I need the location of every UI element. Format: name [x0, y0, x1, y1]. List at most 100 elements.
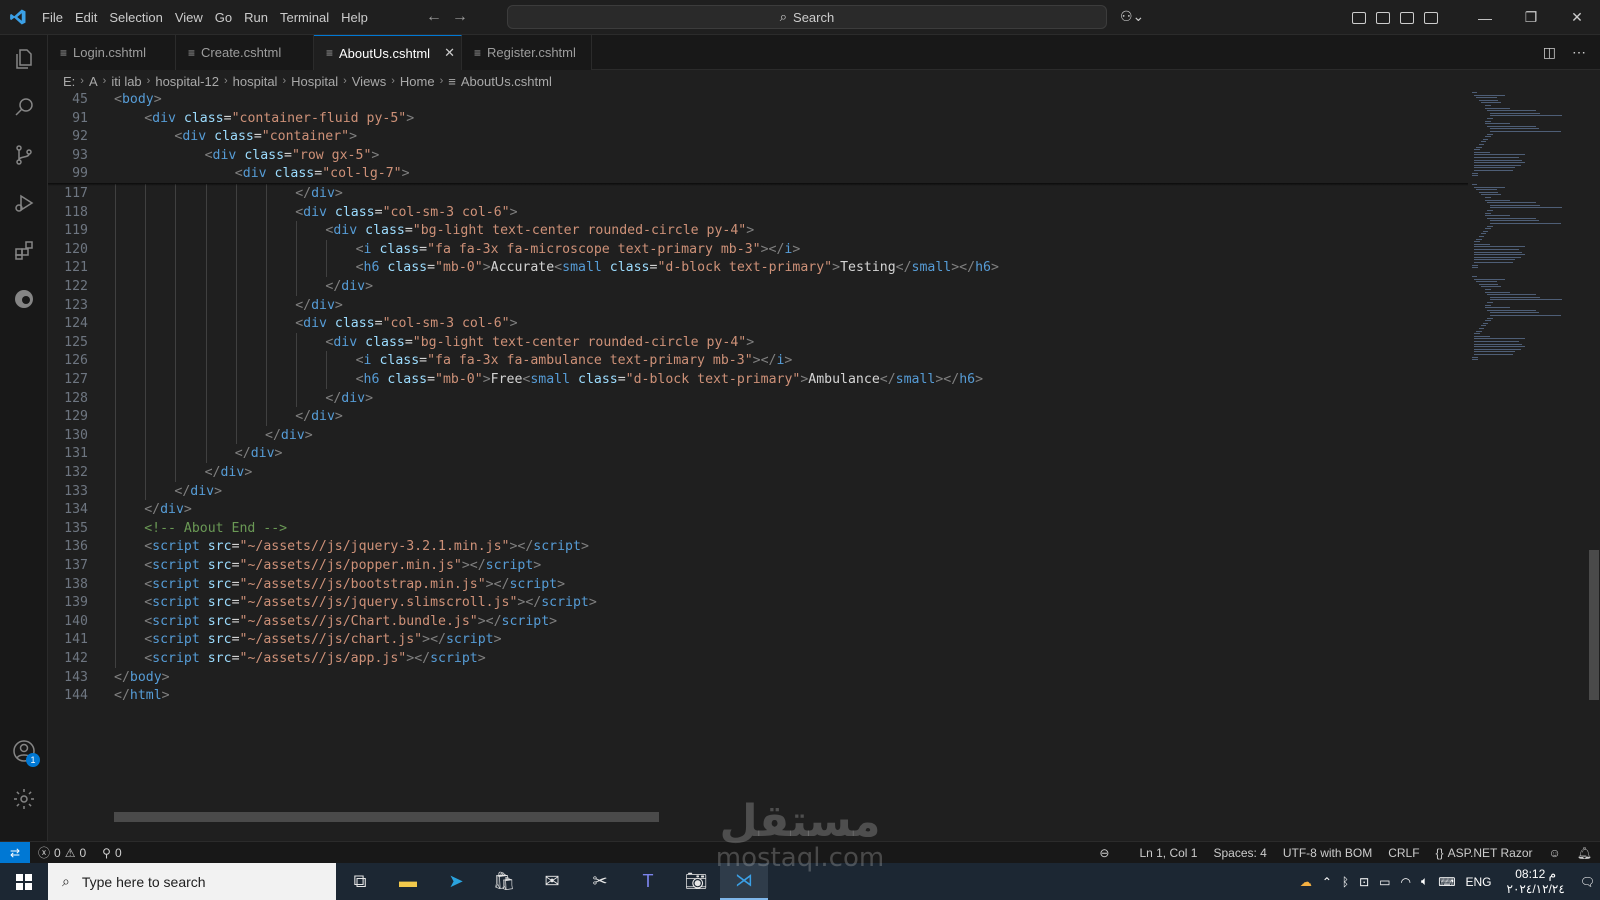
vscode-taskbar-icon[interactable]: ⋊ [720, 863, 768, 900]
tab-create-cshtml[interactable]: ≡ Create.cshtml [176, 35, 314, 70]
code-line[interactable]: 92 <div class="container"> [48, 127, 1468, 146]
vertical-scroll-thumb[interactable] [1589, 550, 1599, 700]
code-line[interactable]: 129 </div> [48, 407, 1468, 426]
code-line[interactable]: 99 <div class="col-lg-7"> [48, 164, 1468, 183]
tray-chevron-icon[interactable]: ⌃ [1317, 875, 1337, 889]
more-actions-icon[interactable]: ⋯ [1572, 44, 1586, 61]
breadcrumb-item[interactable]: A [89, 74, 98, 89]
code-line[interactable]: 131 </div> [48, 444, 1468, 463]
customize-layout-icon[interactable] [1352, 11, 1366, 24]
action-center-icon[interactable]: 🗨︎ [1575, 875, 1600, 889]
code-line[interactable]: 144 </html> [48, 686, 1468, 705]
telegram-icon[interactable]: ➤ [432, 863, 480, 900]
breadcrumb-item[interactable]: hospital [233, 74, 278, 89]
code-line[interactable]: 121 <h6 class="mb-0">Accurate<small class… [48, 258, 1468, 277]
camera-icon[interactable]: 📷︎ [672, 863, 720, 900]
code-line[interactable]: 126 <i class="fa fa-3x fa-ambulance text-… [48, 351, 1468, 370]
menu-file[interactable]: File [36, 0, 69, 35]
breadcrumb-item[interactable]: AboutUs.cshtml [461, 74, 552, 89]
task-view-icon[interactable]: ⧉ [336, 863, 384, 900]
code-line[interactable]: 93 <div class="row gx-5"> [48, 146, 1468, 165]
menu-terminal[interactable]: Terminal [274, 0, 335, 35]
code-line[interactable]: 91 <div class="container-fluid py-5"> [48, 109, 1468, 128]
remote-indicator-icon[interactable]: ⇄ [0, 841, 30, 864]
menu-view[interactable]: View [169, 0, 209, 35]
menu-help[interactable]: Help [335, 0, 374, 35]
windows-start-icon[interactable] [0, 863, 48, 900]
command-center-search[interactable]: ⌕ Search [507, 5, 1107, 29]
code-line[interactable]: 120 <i class="fa fa-3x fa-microscope text… [48, 240, 1468, 259]
weather-icon[interactable]: ☁ [1295, 875, 1317, 889]
clock[interactable]: 08:12 م ٢٠٢٤/١٢/٢٤ [1497, 867, 1575, 897]
menu-edit[interactable]: Edit [69, 0, 103, 35]
code-line[interactable]: 132 </div> [48, 463, 1468, 482]
horizontal-scrollbar[interactable] [114, 812, 659, 822]
teams-icon[interactable]: T [624, 863, 672, 900]
breadcrumb-item[interactable]: Views [352, 74, 386, 89]
minimap[interactable] [1468, 92, 1588, 820]
file-explorer-icon[interactable]: ▬ [384, 863, 432, 900]
code-line[interactable]: 45 <body> [48, 92, 1468, 109]
toggle-secondary-sidebar-icon[interactable] [1424, 11, 1438, 24]
restore-button[interactable]: ❐ [1508, 9, 1554, 26]
battery-icon[interactable]: ▭ [1374, 875, 1395, 889]
code-line[interactable]: 119 <div class="bg-light text-center roun… [48, 221, 1468, 240]
tab-aboutus-cshtml[interactable]: ≡ AboutUs.cshtml ✕ [314, 35, 462, 70]
meet-now-icon[interactable]: ⊡ [1354, 875, 1374, 889]
code-line[interactable]: 139 <script src="~/assets//js/jquery.slim… [48, 593, 1468, 612]
cursor-position[interactable]: Ln 1, Col 1 [1131, 846, 1205, 860]
code-line[interactable]: 124 <div class="col-sm-3 col-6"> [48, 314, 1468, 333]
code-editor[interactable]: 45 <body> 91 <div class="container-fluid py… [48, 92, 1468, 820]
keyboard-icon[interactable]: ⌨ [1433, 875, 1460, 889]
code-line[interactable]: 135 <!-- About End --> [48, 519, 1468, 538]
close-window-button[interactable]: ✕ [1554, 9, 1600, 26]
menu-go[interactable]: Go [209, 0, 238, 35]
code-line[interactable]: 127 <h6 class="mb-0">Free<small class="d-… [48, 370, 1468, 389]
split-editor-icon[interactable]: ◫ [1543, 44, 1556, 61]
microsoft-store-icon[interactable]: 🛍︎ [480, 863, 528, 900]
extensions-icon[interactable] [0, 227, 48, 275]
menu-run[interactable]: Run [238, 0, 274, 35]
toggle-panel-icon[interactable] [1400, 11, 1414, 24]
code-line[interactable]: 134 </div> [48, 500, 1468, 519]
code-line[interactable]: 138 <script src="~/assets//js/bootstrap.m… [48, 575, 1468, 594]
code-line[interactable]: 142 <script src="~/assets//js/app.js"></s… [48, 649, 1468, 668]
notifications-bell-icon[interactable]: 🔔︎ [1569, 846, 1600, 860]
code-line[interactable]: 136 <script src="~/assets//js/jquery-3.2.… [48, 537, 1468, 556]
accounts-icon[interactable]: 1 [0, 727, 48, 775]
encoding[interactable]: UTF-8 with BOM [1275, 846, 1380, 860]
back-arrow-icon[interactable]: ← [426, 8, 442, 26]
breadcrumb-item[interactable]: hospital-12 [155, 74, 219, 89]
vertical-scrollbar[interactable] [1588, 92, 1600, 820]
code-line[interactable]: 130 </div> [48, 426, 1468, 445]
forward-arrow-icon[interactable]: → [452, 8, 468, 26]
toggle-primary-sidebar-icon[interactable] [1376, 11, 1390, 24]
bluetooth-icon[interactable]: ᛒ [1337, 875, 1354, 889]
copilot-icon[interactable]: ⚇⌄ [1120, 8, 1144, 25]
source-control-icon[interactable] [0, 131, 48, 179]
language-indicator[interactable]: ENG [1461, 875, 1497, 889]
code-line[interactable]: 140 <script src="~/assets//js/Chart.bundl… [48, 612, 1468, 631]
snipping-tool-icon[interactable]: ✂ [576, 863, 624, 900]
tab-login-cshtml[interactable]: ≡ Login.cshtml [48, 35, 176, 70]
problems-indicator[interactable]: ⓧ 0 ⚠ 0 [30, 844, 94, 861]
indentation[interactable]: Spaces: 4 [1205, 846, 1274, 860]
ports-indicator[interactable]: ⚲ 0 [94, 846, 129, 860]
settings-gear-icon[interactable] [0, 775, 48, 823]
code-line[interactable]: 133 </div> [48, 482, 1468, 501]
wifi-icon[interactable]: ◠ [1396, 875, 1416, 889]
zoom-icon[interactable]: ⊖ [1091, 846, 1117, 860]
code-line[interactable]: 128 </div> [48, 389, 1468, 408]
run-debug-icon[interactable] [0, 179, 48, 227]
tab-register-cshtml[interactable]: ≡ Register.cshtml [462, 35, 592, 70]
minimize-button[interactable]: — [1462, 10, 1508, 26]
code-line[interactable]: 141 <script src="~/assets//js/chart.js"><… [48, 630, 1468, 649]
code-line[interactable]: 143 </body> [48, 668, 1468, 687]
code-line[interactable]: 137 <script src="~/assets//js/popper.min.… [48, 556, 1468, 575]
code-line[interactable]: 122 </div> [48, 277, 1468, 296]
feedback-icon[interactable]: ☺ [1541, 846, 1569, 860]
code-line[interactable]: 117 </div> [48, 184, 1468, 203]
breadcrumb-item[interactable]: iti lab [111, 74, 141, 89]
taskbar-search-box[interactable]: ⌕ Type here to search [48, 863, 336, 900]
edge-icon[interactable] [0, 275, 48, 323]
